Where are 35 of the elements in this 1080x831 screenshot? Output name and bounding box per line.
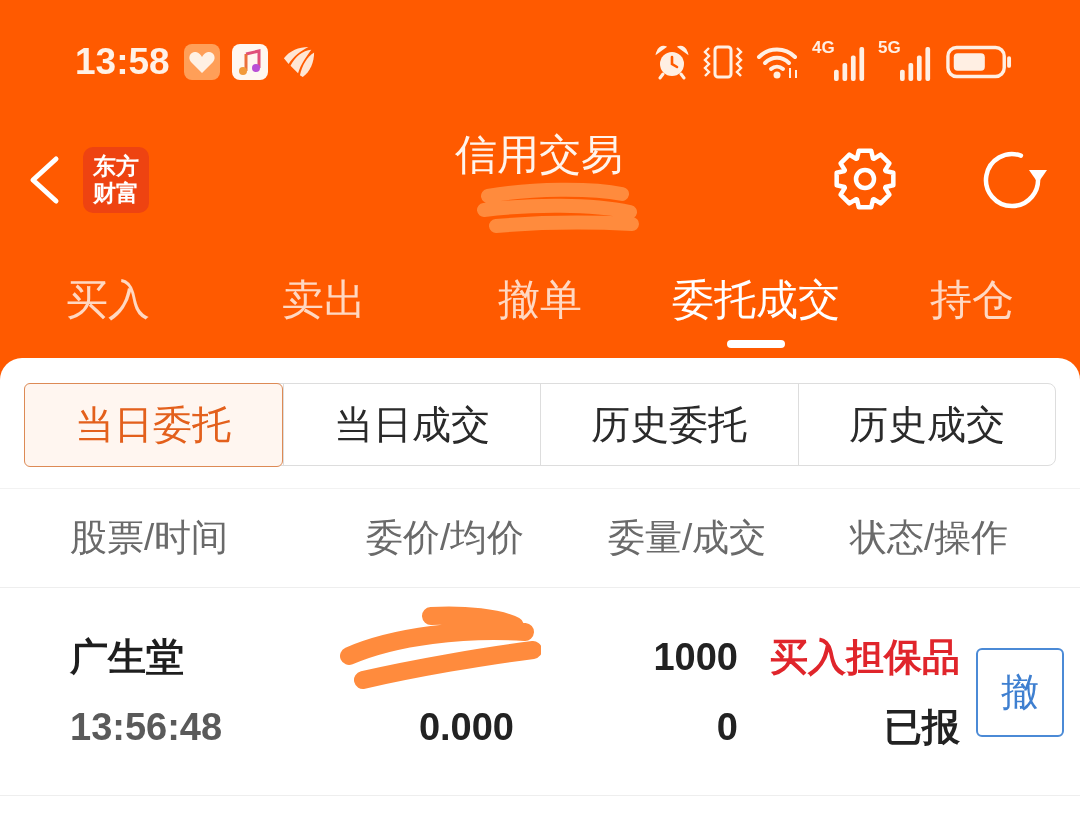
filled-quantity: 0 — [715, 705, 738, 749]
tab[interactable]: 卖出 — [282, 278, 366, 322]
cancel-button[interactable]: 撤 — [976, 647, 1064, 737]
settings-icon[interactable] — [832, 146, 898, 212]
status-time: 13:58 — [75, 42, 170, 82]
signal-bars-icon — [900, 47, 932, 81]
battery-icon — [946, 45, 1012, 79]
stock-name: 广生堂 — [70, 635, 185, 679]
segment-tab[interactable]: 历史委托 — [540, 384, 798, 465]
signal-bars-icon — [834, 47, 866, 81]
order-status: 已报 — [883, 705, 960, 749]
tab[interactable]: 买入 — [66, 278, 150, 322]
order-type: 买入担保品 — [769, 635, 960, 679]
tab[interactable]: 撤单 — [498, 278, 582, 322]
heart-app-icon — [183, 44, 220, 80]
column-header: 委价/均价 — [366, 516, 526, 560]
segment-tab[interactable]: 当日委托 — [23, 382, 283, 467]
tab[interactable]: 委托成交 — [672, 278, 840, 322]
vibrate-icon — [702, 44, 744, 80]
segment-tab[interactable]: 当日成交 — [282, 384, 540, 465]
order-quantity: 1000 — [652, 635, 738, 679]
page-title: 信用交易 — [454, 130, 623, 180]
network-type-label: 5G — [878, 39, 901, 57]
wing-icon — [281, 44, 316, 80]
column-header: 委量/成交 — [608, 516, 768, 560]
alarm-clock-icon — [654, 44, 690, 80]
segment-tab[interactable]: 历史成交 — [797, 384, 1055, 465]
network-type-label: 4G — [812, 39, 835, 57]
average-price: 0.000 — [417, 705, 514, 749]
music-note-app-icon — [231, 44, 268, 80]
tab[interactable]: 持仓 — [930, 278, 1014, 322]
column-header: 状态/操作 — [850, 516, 1010, 560]
column-header: 股票/时间 — [70, 516, 230, 560]
app-logo: 东方财富 — [83, 147, 149, 213]
order-time: 13:56:48 — [70, 705, 224, 749]
